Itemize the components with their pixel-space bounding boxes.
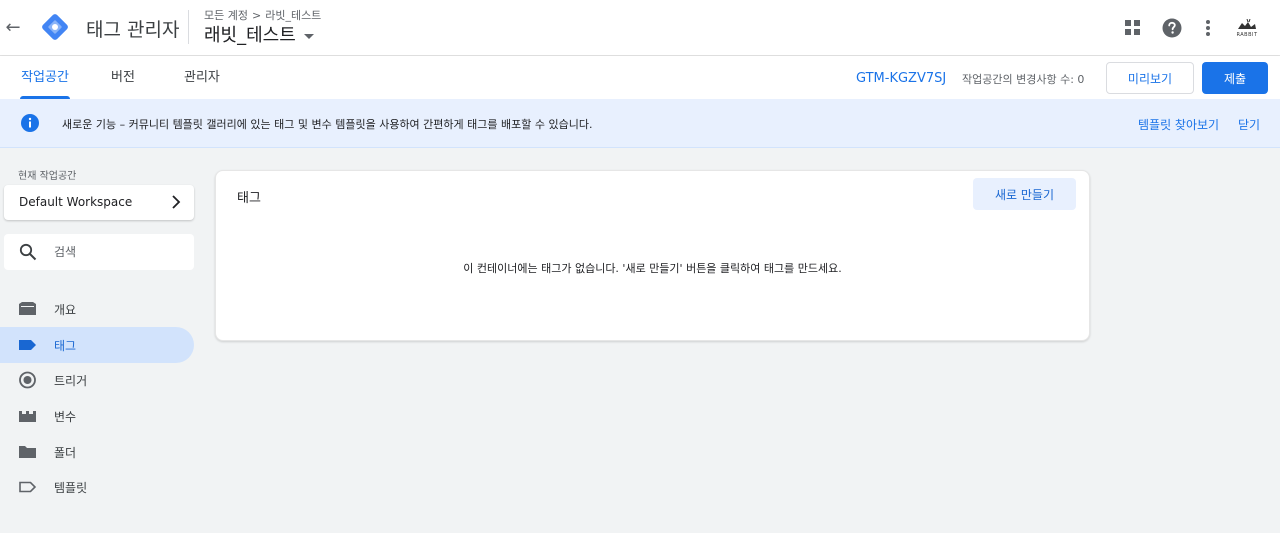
tab-admin[interactable]: 관리자 [184,56,220,99]
avatar-text: RABBIT [1236,31,1258,38]
workspace-changes-count: 작업공간의 변경사항 수: 0 [962,73,1085,86]
chevron-right-icon [172,195,181,209]
sidebar-search[interactable] [4,234,194,270]
preview-button[interactable]: 미리보기 [1106,62,1194,94]
workspace-name: Default Workspace [19,195,133,209]
submit-button[interactable]: 제출 [1202,62,1268,94]
apps-grid-icon[interactable] [1122,17,1144,39]
account-avatar[interactable]: RABBIT [1231,15,1263,41]
top-header: ← 태그 관리자 모든 계정 > 라빗_테스트 래빗_테스트 RABBIT [0,0,1280,56]
sidebar-item-label: 변수 [54,410,77,424]
sidebar-item-label: 템플릿 [54,481,88,495]
sub-navigation: 작업공간 버전 관리자 GTM-KGZV7SJ 작업공간의 변경사항 수: 0 … [0,56,1280,99]
info-icon [21,114,39,132]
caret-down-icon [303,33,314,39]
sidebar-item-label: 태그 [54,339,77,353]
sidebar-item-overview[interactable]: 개요 [0,291,194,327]
tags-card: 태그 새로 만들기 이 컨테이너에는 태그가 없습니다. '새로 만들기' 버튼… [215,170,1090,341]
header-divider [188,10,189,44]
container-name: 래빗_테스트 [204,25,296,46]
close-banner-link[interactable]: 닫기 [1238,116,1260,133]
variable-icon [19,411,36,422]
sidebar-item-label: 개요 [54,303,77,317]
sidebar-item-triggers[interactable]: 트리거 [0,362,194,398]
app-title: 태그 관리자 [86,19,180,41]
sidebar-item-templates[interactable]: 템플릿 [0,469,194,505]
more-vert-icon[interactable] [1197,17,1219,39]
search-icon [19,243,37,261]
container-selector[interactable]: 래빗_테스트 [204,21,314,47]
tag-manager-logo-icon [42,14,68,40]
sidebar-item-label: 폴더 [54,446,77,460]
rabbit-logo-icon [1238,18,1256,29]
sidebar-item-variables[interactable]: 변수 [0,398,194,434]
info-banner: 새로운 기능 – 커뮤니티 템플릿 갤러리에 있는 태그 및 변수 템플릿을 사… [0,99,1280,148]
trigger-icon [19,371,36,389]
search-input[interactable] [54,242,184,262]
workspace-selector[interactable]: Default Workspace [4,185,194,220]
template-icon [19,481,37,493]
empty-state-message: 이 컨테이너에는 태그가 없습니다. '새로 만들기' 버튼을 클릭하여 태그를… [463,262,842,275]
banner-message: 새로운 기능 – 커뮤니티 템플릿 갤러리에 있는 태그 및 변수 템플릿을 사… [62,118,593,131]
sidebar-item-label: 트리거 [54,374,88,388]
container-id-link[interactable]: GTM-KGZV7SJ [856,71,946,86]
browse-templates-link[interactable]: 템플릿 찾아보기 [1138,116,1219,133]
current-workspace-label: 현재 작업공간 [18,171,77,182]
tag-icon [19,340,36,350]
back-arrow-icon[interactable]: ← [4,16,22,40]
sidebar-item-folders[interactable]: 폴더 [0,434,194,470]
new-tag-button[interactable]: 새로 만들기 [973,178,1076,210]
sidebar-item-tags[interactable]: 태그 [0,327,194,363]
card-title: 태그 [237,191,261,206]
tab-versions[interactable]: 버전 [111,56,135,99]
briefcase-icon [19,302,36,315]
folder-icon [19,446,36,458]
help-icon[interactable] [1161,17,1183,39]
tab-workspace[interactable]: 작업공간 [20,56,70,99]
